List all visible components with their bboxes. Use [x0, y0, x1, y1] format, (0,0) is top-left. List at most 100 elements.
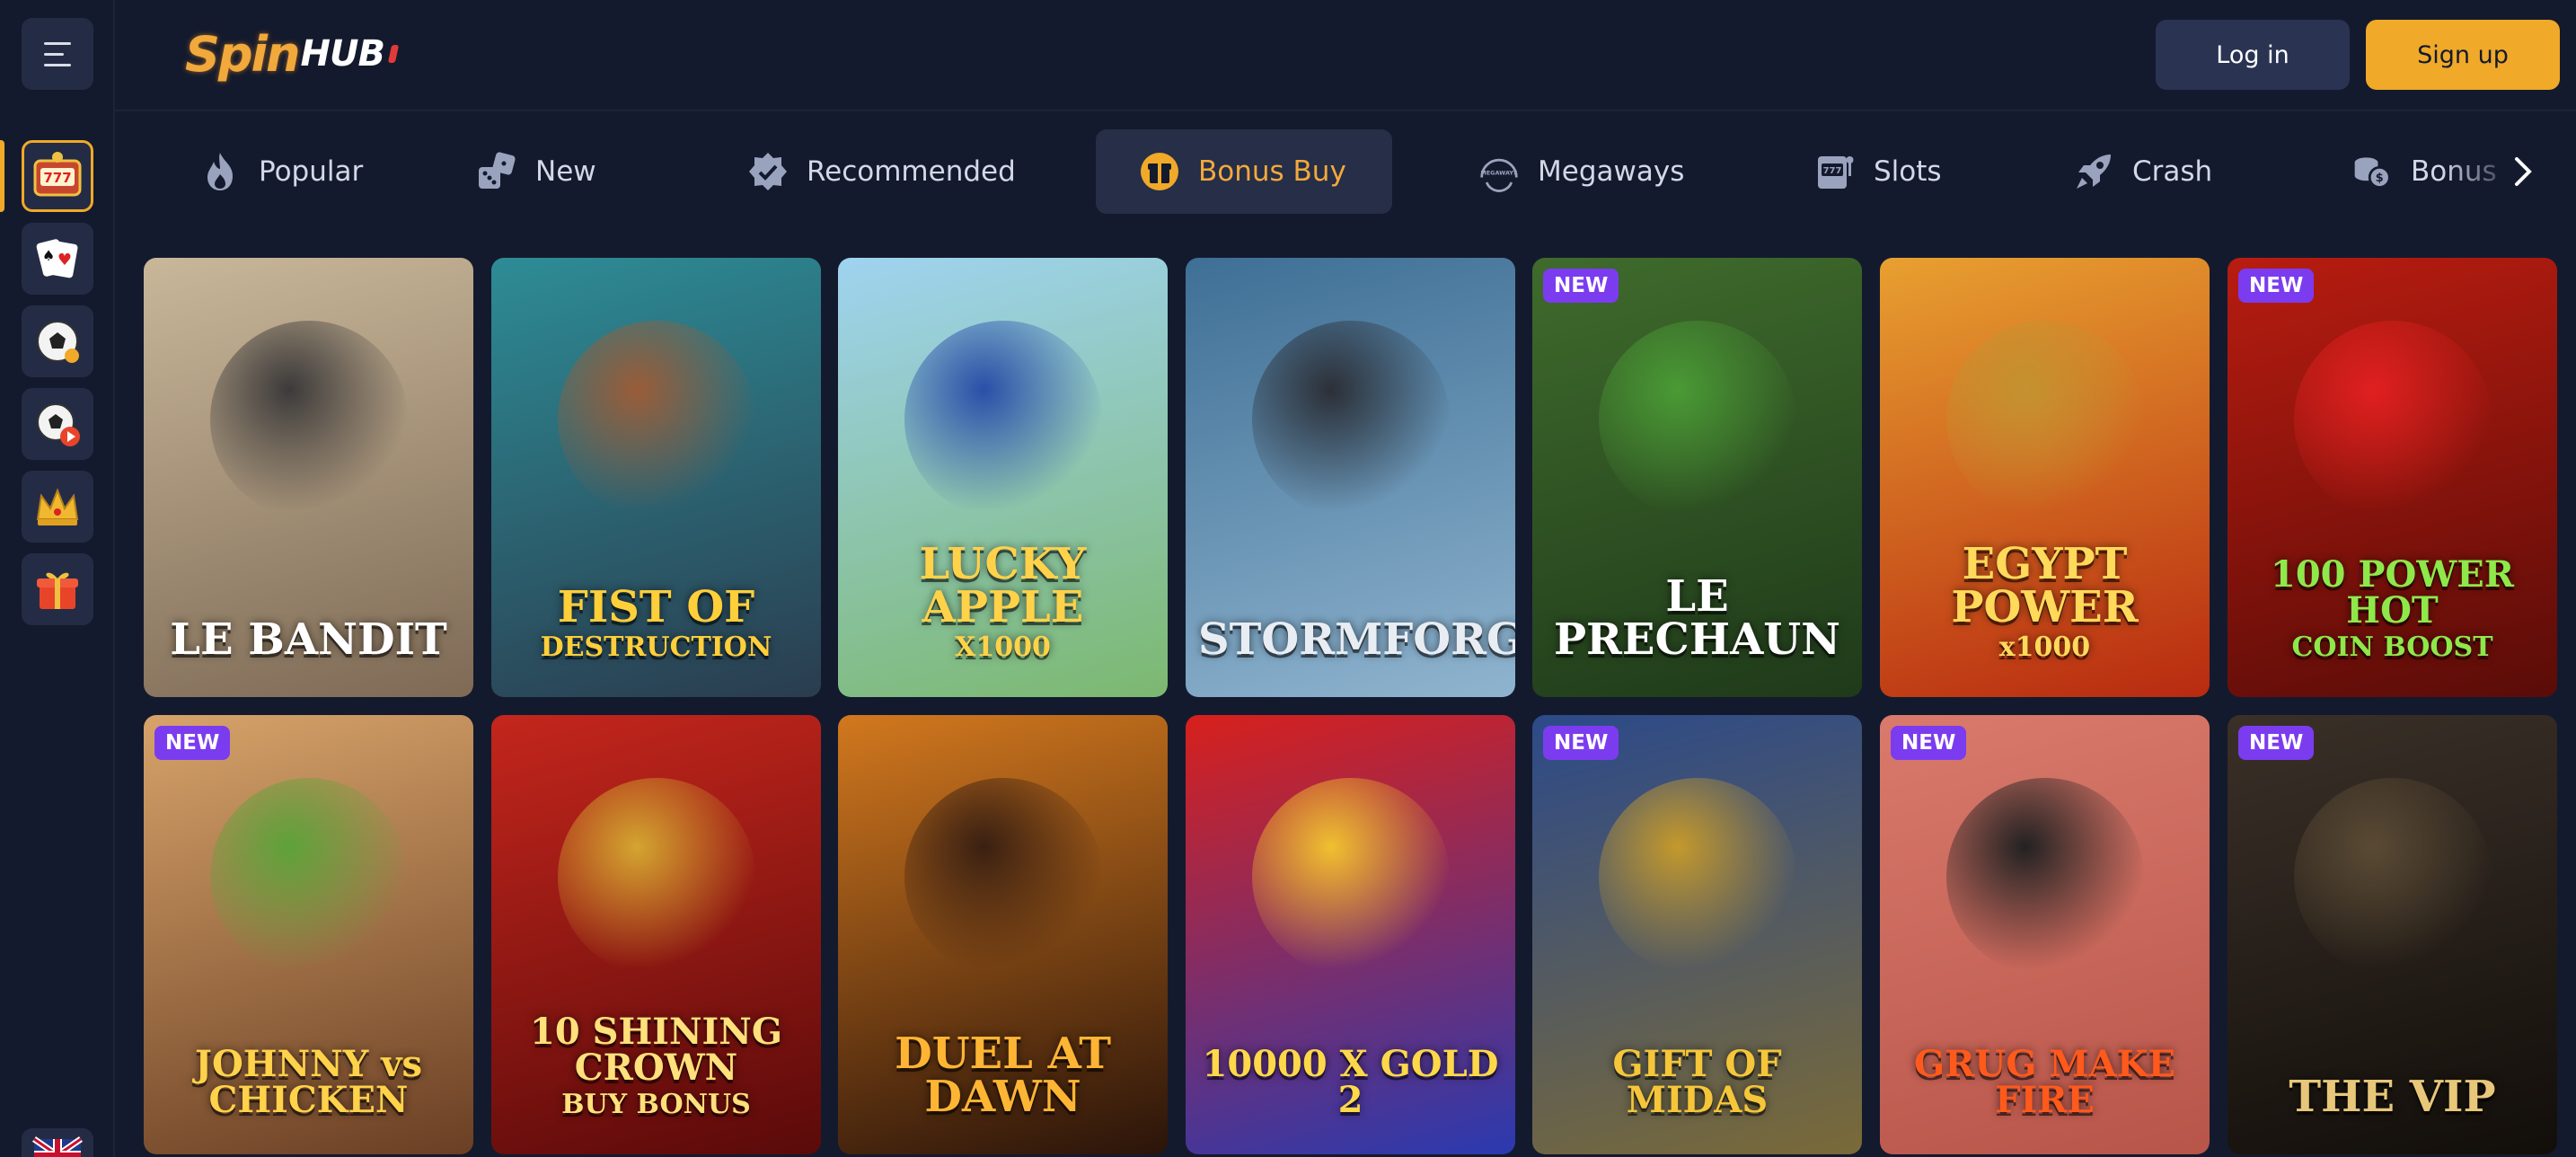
game-card[interactable]: DUEL AT DAWN — [838, 715, 1168, 1154]
game-title: 100 POWER HOT — [2271, 553, 2514, 631]
game-title: 10 SHINING CROWN — [530, 1011, 782, 1089]
tab-bonus-buy[interactable]: Bonus Buy — [1096, 129, 1392, 214]
playing-cards-icon: ♥ ♠ — [36, 239, 78, 278]
game-title: LE BANDIT — [170, 614, 447, 665]
game-card[interactable]: STORMFORGED — [1186, 258, 1515, 697]
game-title: FIST OF — [557, 582, 755, 632]
tab-crash[interactable]: Crash — [2051, 129, 2234, 214]
game-card[interactable]: NEW THE VIP — [2228, 715, 2557, 1154]
game-subtitle: X1000 — [955, 631, 1051, 663]
megaways-icon: MEGAWAYS — [1478, 151, 1520, 192]
tab-label: Crash — [2132, 155, 2213, 188]
language-selector[interactable] — [22, 1128, 93, 1157]
new-badge: NEW — [154, 726, 231, 760]
game-title: LUCKY APPLE — [919, 539, 1087, 632]
soccer-ball-icon — [37, 321, 79, 363]
game-title: LE PRECHAUN — [1553, 571, 1841, 665]
tab-label: Recommended — [807, 155, 1016, 188]
slot-machine-icon: 777 — [1814, 151, 1856, 192]
game-artwork — [2293, 321, 2492, 518]
tabs-scroll-right-button[interactable] — [2501, 149, 2545, 194]
game-title: GRUG MAKE FIRE — [1914, 1043, 2175, 1121]
game-artwork — [1598, 778, 1796, 976]
game-title: 10000 X GOLD 2 — [1202, 1043, 1499, 1121]
game-subtitle: x1000 — [1998, 631, 2091, 663]
hamburger-menu-button[interactable] — [22, 18, 93, 90]
svg-text:MEGAWAYS: MEGAWAYS — [1480, 170, 1518, 177]
signup-button[interactable]: Sign up — [2366, 20, 2560, 90]
tab-recommended[interactable]: Recommended — [726, 129, 1037, 214]
svg-text:777: 777 — [1823, 166, 1842, 176]
dice-icon — [476, 151, 517, 192]
crown-icon — [36, 488, 79, 526]
game-subtitle: COIN BOOST — [2291, 631, 2493, 663]
game-subtitle: BUY BONUS — [561, 1089, 751, 1120]
game-card[interactable]: LE BANDIT — [144, 258, 473, 697]
tab-new[interactable]: New — [454, 129, 618, 214]
tab-label: Slots — [1874, 155, 1942, 188]
game-card[interactable]: NEW JOHNNY vs CHICKEN — [144, 715, 473, 1154]
rocket-icon — [2073, 151, 2114, 192]
bonus-buy-icon — [1139, 151, 1180, 192]
game-artwork — [557, 321, 755, 518]
tab-slots[interactable]: 777 Slots — [1793, 129, 1963, 214]
logo-text-spin: Spin — [185, 25, 300, 83]
game-title: THE VIP — [2289, 1072, 2496, 1122]
new-badge: NEW — [1543, 726, 1619, 760]
tab-label: Bonus Buy — [1198, 155, 1346, 188]
tab-megaways[interactable]: MEGAWAYS Megaways — [1457, 129, 1706, 214]
tab-label: Popular — [259, 155, 364, 188]
game-title: JOHNNY vs CHICKEN — [195, 1043, 422, 1121]
game-artwork — [1251, 778, 1450, 976]
tab-popular[interactable]: Popular — [178, 129, 384, 214]
tab-label: Megaways — [1538, 155, 1685, 188]
game-card[interactable]: FIST OF DESTRUCTION — [491, 258, 821, 697]
game-artwork — [904, 778, 1102, 976]
svg-text:$: $ — [2376, 172, 2384, 185]
svg-text:♠: ♠ — [42, 247, 55, 264]
login-button[interactable]: Log in — [2156, 20, 2350, 90]
coins-icon: $ — [2351, 151, 2393, 192]
game-card[interactable]: NEW GIFT OF MIDAS — [1532, 715, 1862, 1154]
gift-icon — [37, 572, 78, 609]
game-subtitle: DESTRUCTION — [540, 631, 772, 663]
game-card[interactable]: 10000 X GOLD 2 — [1186, 715, 1515, 1154]
new-badge: NEW — [1543, 269, 1619, 303]
game-card[interactable]: LUCKY APPLE X1000 — [838, 258, 1168, 697]
game-card[interactable]: 10 SHINING CROWN BUY BONUS — [491, 715, 821, 1154]
new-badge: NEW — [1891, 726, 1967, 760]
badge-icon — [747, 151, 789, 192]
game-artwork — [2293, 778, 2492, 976]
soccer-live-icon — [37, 403, 80, 446]
sidebar-item-casino[interactable]: ♥ ♠ — [22, 223, 93, 295]
fire-icon — [199, 151, 241, 192]
game-title: STORMFORGED — [1198, 614, 1515, 665]
game-artwork — [209, 778, 408, 976]
logo-accent — [387, 45, 400, 63]
game-artwork — [209, 321, 408, 518]
game-artwork — [557, 778, 755, 976]
game-artwork — [1945, 321, 2144, 518]
sidebar-item-live-sports[interactable] — [22, 388, 93, 460]
sidebar-item-vip[interactable] — [22, 471, 93, 543]
spinhub-logo[interactable]: Spin HUB — [185, 22, 400, 86]
svg-text:777: 777 — [43, 170, 71, 186]
top-header: Spin HUB Log in Sign up — [115, 0, 2576, 111]
game-card[interactable]: NEW LE PRECHAUN — [1532, 258, 1862, 697]
game-card[interactable]: EGYPT POWER x1000 — [1880, 258, 2210, 697]
game-artwork — [904, 321, 1102, 518]
game-title: DUEL AT DAWN — [895, 1029, 1111, 1122]
game-card[interactable]: NEW 100 POWER HOT COIN BOOST — [2228, 258, 2557, 697]
sidebar-item-sports[interactable] — [22, 305, 93, 377]
sidebar-item-slots[interactable]: 777 — [22, 140, 93, 212]
tab-label: New — [535, 155, 596, 188]
chevron-right-icon — [2515, 157, 2532, 186]
new-badge: NEW — [2238, 726, 2315, 760]
svg-text:♥: ♥ — [57, 251, 72, 269]
category-tabs: Popular New Recommended Bonus Buy MEGAWA… — [144, 129, 2576, 214]
game-title: GIFT OF MIDAS — [1612, 1043, 1782, 1121]
slot-777-icon: 777 — [33, 152, 82, 197]
game-card[interactable]: NEW GRUG MAKE FIRE — [1880, 715, 2210, 1154]
sidebar-item-promotions[interactable] — [22, 553, 93, 625]
left-sidebar: 777 ♥ ♠ — [0, 0, 115, 1157]
